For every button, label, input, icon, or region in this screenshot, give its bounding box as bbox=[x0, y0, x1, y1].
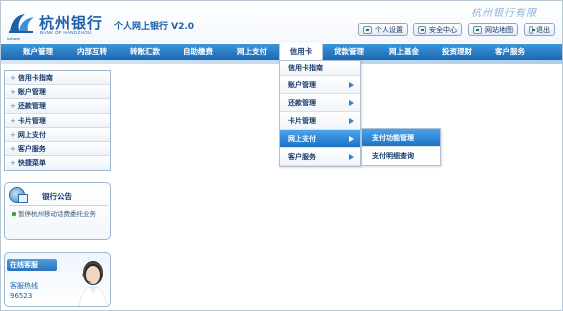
sidebar-item-label: 客户服务 bbox=[17, 144, 46, 153]
plus-icon: + bbox=[10, 130, 16, 139]
notice-title: 银行公告 bbox=[42, 192, 72, 201]
dropdown-item-card-management[interactable]: 卡片管理 bbox=[280, 112, 360, 130]
plus-icon: + bbox=[10, 102, 16, 111]
chevron-right-icon bbox=[349, 82, 354, 88]
sidebar-item-label: 快捷菜单 bbox=[17, 159, 46, 168]
service-agent-image bbox=[79, 261, 107, 306]
chevron-right-icon bbox=[349, 154, 354, 160]
nav-loan-management[interactable]: 贷款管理 bbox=[334, 44, 364, 60]
dropdown-item-account-management[interactable]: 账户管理 bbox=[280, 76, 360, 94]
security-center-button[interactable]: 安全中心 bbox=[413, 23, 462, 36]
nav-account-management[interactable]: 账户管理 bbox=[23, 44, 53, 60]
hotline-label: 客服热线 bbox=[10, 282, 38, 290]
dropdown-item-online-payment[interactable]: 网上支付 bbox=[280, 130, 360, 148]
sidebar-item-label: 还款管理 bbox=[17, 102, 46, 111]
dropdown-item-label: 账户管理 bbox=[288, 81, 316, 89]
sidebar-item-label: 账户管理 bbox=[17, 88, 46, 97]
hotline-number: 96523 bbox=[10, 292, 33, 300]
hzbank-logo-icon bbox=[9, 14, 34, 33]
settings-icon bbox=[363, 25, 372, 34]
online-service-tag: 在线客服 bbox=[7, 259, 57, 271]
notice-text: 暂停杭州移动话费委托业务 bbox=[18, 210, 96, 218]
logout-icon bbox=[529, 25, 535, 34]
security-center-label: 安全中心 bbox=[429, 25, 457, 34]
nav-credit-card[interactable]: 信用卡 bbox=[279, 44, 323, 60]
dropdown-item-credit-card-guide[interactable]: 信用卡指南 bbox=[280, 61, 360, 76]
online-payment-submenu: 支付功能管理 支付明细查询 bbox=[361, 128, 441, 166]
sidebar-item-quick-menu[interactable]: + 快捷菜单 bbox=[5, 156, 110, 171]
personal-settings-label: 个人设置 bbox=[375, 25, 403, 34]
submenu-item-payment-function-management[interactable]: 支付功能管理 bbox=[362, 129, 440, 147]
nav-customer-service[interactable]: 客户服务 bbox=[495, 44, 525, 60]
bullet-icon bbox=[12, 212, 16, 216]
nav-self-service-payment[interactable]: 自助缴费 bbox=[183, 44, 213, 60]
site-map-label: 网站地图 bbox=[485, 25, 513, 34]
sidebar-item-repayment[interactable]: + 还款管理 bbox=[5, 99, 110, 114]
announcement-icon bbox=[9, 187, 28, 203]
chevron-right-icon bbox=[349, 118, 354, 124]
sidebar-item-label: 网上支付 bbox=[17, 130, 46, 139]
online-service-panel[interactable]: 在线客服 客服热线 96523 bbox=[4, 252, 111, 307]
notice-link[interactable]: 暂停杭州移动话费委托业务 bbox=[12, 210, 107, 219]
dropdown-item-customer-service[interactable]: 客户服务 bbox=[280, 148, 360, 166]
divider bbox=[9, 205, 108, 206]
sidebar-item-account-management[interactable]: + 账户管理 bbox=[5, 85, 110, 100]
sidebar-item-credit-card-guide[interactable]: + 信用卡指南 bbox=[5, 71, 110, 86]
credit-card-dropdown: 信用卡指南 账户管理 还款管理 卡片管理 网上支付 客户服务 bbox=[279, 60, 361, 167]
header-slogan: 杭州银行有限 bbox=[471, 8, 537, 19]
nav-online-fund[interactable]: 网上基金 bbox=[389, 44, 419, 60]
plus-icon: + bbox=[10, 116, 16, 125]
sidebar-item-label: 卡片管理 bbox=[17, 116, 46, 125]
dropdown-item-label: 信用卡指南 bbox=[288, 64, 323, 72]
plus-icon: + bbox=[10, 159, 16, 168]
logo-subtext: hzbank bbox=[7, 36, 20, 41]
dropdown-item-label: 网上支付 bbox=[288, 135, 316, 143]
nav-online-payment[interactable]: 网上支付 bbox=[237, 44, 267, 60]
logout-button[interactable]: 退出 bbox=[524, 23, 555, 36]
logout-label: 退出 bbox=[536, 25, 550, 34]
submenu-item-payment-details-query[interactable]: 支付明细查询 bbox=[362, 147, 440, 165]
main-nav: 账户管理 内部互转 转账汇款 自助缴费 网上支付 信用卡 贷款管理 网上基金 投… bbox=[1, 44, 562, 60]
plus-icon: + bbox=[10, 74, 16, 82]
header: hzbank 杭州银行 BANK OF HANGZHOU 个人网上银行 V2.0… bbox=[1, 1, 562, 43]
dropdown-item-label: 还款管理 bbox=[288, 99, 316, 107]
sidebar-item-label: 信用卡指南 bbox=[17, 74, 53, 82]
dropdown-item-label: 客户服务 bbox=[288, 153, 316, 161]
site-map-button[interactable]: 网站地图 bbox=[468, 23, 518, 36]
map-icon bbox=[473, 25, 482, 34]
chevron-right-icon bbox=[349, 136, 354, 142]
plus-icon: + bbox=[10, 144, 16, 153]
bank-logo[interactable]: hzbank 杭州银行 BANK OF HANGZHOU bbox=[7, 9, 107, 41]
plus-icon: + bbox=[10, 88, 16, 97]
sidebar-item-online-payment[interactable]: + 网上支付 bbox=[5, 127, 110, 142]
bank-name-en: BANK OF HANGZHOU bbox=[40, 30, 92, 35]
sidebar-item-card-management[interactable]: + 卡片管理 bbox=[5, 113, 110, 128]
personal-settings-button[interactable]: 个人设置 bbox=[358, 23, 408, 36]
dropdown-item-repayment[interactable]: 还款管理 bbox=[280, 94, 360, 112]
dropdown-item-label: 卡片管理 bbox=[288, 117, 316, 125]
bank-notice-panel: 银行公告 暂停杭州移动话费委托业务 bbox=[4, 182, 111, 240]
nav-transfer-remittance[interactable]: 转账汇款 bbox=[130, 44, 160, 60]
sidebar-menu: + 信用卡指南 + 账户管理 + 还款管理 + 卡片管理 + 网上支付 + 客户服务 + 快捷… bbox=[4, 70, 111, 172]
nav-internal-transfer[interactable]: 内部互转 bbox=[77, 44, 107, 60]
chevron-right-icon bbox=[349, 100, 354, 106]
product-title: 个人网上银行 V2.0 bbox=[114, 22, 195, 32]
shield-icon bbox=[418, 25, 426, 34]
nav-investment[interactable]: 投资理财 bbox=[442, 44, 472, 60]
sidebar-item-customer-service[interactable]: + 客户服务 bbox=[5, 141, 110, 157]
